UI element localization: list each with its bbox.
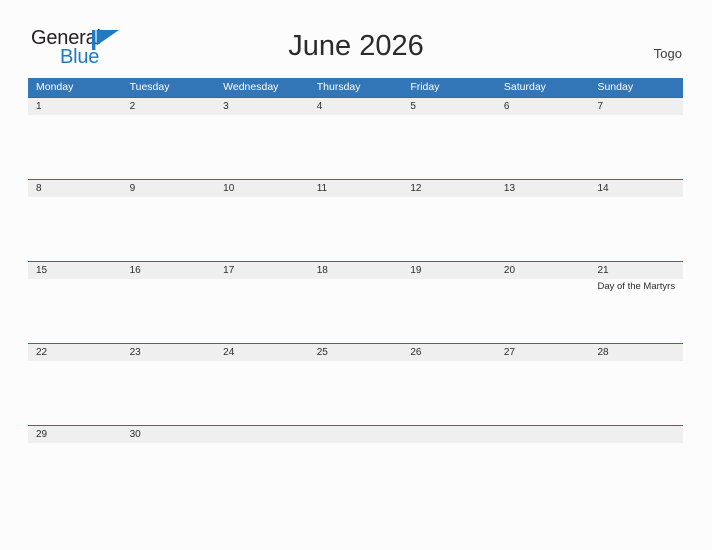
week-days: 1 2 3 4 5 6 7 bbox=[28, 98, 683, 179]
day-number: 18 bbox=[316, 265, 328, 276]
day-number: 13 bbox=[503, 183, 516, 194]
day-event-holiday: Day of the Martyrs bbox=[597, 281, 676, 292]
day-cell[interactable]: 25 bbox=[309, 344, 403, 425]
day-cell[interactable]: 20 bbox=[496, 262, 590, 343]
weekday-header-wednesday: Wednesday bbox=[223, 81, 279, 93]
day-cell-empty bbox=[589, 426, 683, 446]
day-cell-empty bbox=[402, 426, 496, 446]
day-cell[interactable]: 30 bbox=[122, 426, 216, 446]
week-days: 15 16 17 18 19 20 21 Day of the Martyrs bbox=[28, 262, 683, 343]
weekday-header-friday: Friday bbox=[410, 81, 440, 93]
day-cell-empty bbox=[215, 426, 309, 446]
week-days: 29 30 bbox=[28, 426, 683, 446]
weekday-header-thursday: Thursday bbox=[316, 81, 361, 93]
day-number: 6 bbox=[503, 101, 510, 112]
calendar-grid: Monday Tuesday Wednesday Thursday Friday… bbox=[28, 78, 683, 446]
day-number: 27 bbox=[503, 347, 516, 358]
day-cell[interactable]: 11 bbox=[309, 180, 403, 261]
day-cell[interactable]: 7 bbox=[589, 98, 683, 179]
calendar-week-row: 1 2 3 4 5 6 7 bbox=[28, 97, 683, 179]
day-cell[interactable]: 15 bbox=[28, 262, 122, 343]
weekday-header-monday: Monday bbox=[36, 81, 74, 93]
day-number: 9 bbox=[129, 183, 136, 194]
day-number: 19 bbox=[410, 265, 422, 276]
weekday-header-sunday: Sunday bbox=[597, 81, 634, 93]
day-cell[interactable]: 19 bbox=[402, 262, 496, 343]
day-number: 2 bbox=[129, 101, 136, 112]
day-cell[interactable]: 10 bbox=[215, 180, 309, 261]
day-cell[interactable]: 18 bbox=[309, 262, 403, 343]
day-cell[interactable]: 14 bbox=[589, 180, 683, 261]
day-number: 4 bbox=[316, 101, 323, 112]
day-number: 3 bbox=[223, 101, 229, 112]
day-cell[interactable]: 28 bbox=[589, 344, 683, 425]
day-cell-empty bbox=[496, 426, 590, 446]
week-days: 22 23 24 25 26 27 28 bbox=[28, 344, 683, 425]
day-number: 22 bbox=[36, 347, 48, 358]
day-number: 24 bbox=[223, 347, 235, 358]
day-number: 12 bbox=[410, 183, 422, 194]
day-number: 21 bbox=[597, 265, 609, 276]
day-cell[interactable]: 23 bbox=[122, 344, 216, 425]
page-title: June 2026 bbox=[288, 30, 424, 62]
day-number: 20 bbox=[503, 265, 516, 276]
weekday-header-row: Monday Tuesday Wednesday Thursday Friday… bbox=[28, 78, 683, 97]
day-cell[interactable]: 12 bbox=[402, 180, 496, 261]
day-number: 8 bbox=[36, 183, 42, 194]
calendar-week-row: 29 30 bbox=[28, 425, 683, 446]
day-cell-holiday[interactable]: 21 Day of the Martyrs bbox=[589, 262, 683, 343]
day-number: 28 bbox=[597, 347, 609, 358]
day-number: 23 bbox=[129, 347, 141, 358]
day-cell[interactable]: 5 bbox=[402, 98, 496, 179]
day-cell[interactable]: 1 bbox=[28, 98, 122, 179]
day-cell[interactable]: 8 bbox=[28, 180, 122, 261]
day-cell[interactable]: 6 bbox=[496, 98, 590, 179]
day-number: 7 bbox=[597, 101, 604, 112]
day-number: 1 bbox=[36, 101, 42, 112]
day-cell[interactable]: 4 bbox=[309, 98, 403, 179]
day-cell[interactable]: 26 bbox=[402, 344, 496, 425]
day-cell[interactable]: 3 bbox=[215, 98, 309, 179]
day-number: 25 bbox=[316, 347, 328, 358]
day-number: 26 bbox=[410, 347, 422, 358]
day-number: 30 bbox=[129, 429, 141, 440]
day-cell[interactable]: 9 bbox=[122, 180, 216, 261]
weekday-header-saturday: Saturday bbox=[503, 81, 546, 93]
country-label: Togo bbox=[653, 46, 682, 61]
day-number: 15 bbox=[36, 265, 48, 276]
day-number: 5 bbox=[410, 101, 416, 112]
calendar-page: General Blue June 2026 Togo Monday Tuesd… bbox=[0, 0, 712, 550]
day-cell-empty bbox=[309, 426, 403, 446]
day-number: 17 bbox=[223, 265, 235, 276]
day-cell[interactable]: 17 bbox=[215, 262, 309, 343]
calendar-week-row: 15 16 17 18 19 20 21 Day of the Martyrs bbox=[28, 261, 683, 343]
week-days: 8 9 10 11 12 13 14 bbox=[28, 180, 683, 261]
calendar-week-row: 22 23 24 25 26 27 28 bbox=[28, 343, 683, 425]
day-number: 11 bbox=[316, 183, 328, 194]
day-cell[interactable]: 2 bbox=[122, 98, 216, 179]
day-number: 16 bbox=[129, 265, 141, 276]
day-cell[interactable]: 13 bbox=[496, 180, 590, 261]
day-cell[interactable]: 29 bbox=[28, 426, 122, 446]
day-cell[interactable]: 27 bbox=[496, 344, 590, 425]
day-cell[interactable]: 16 bbox=[122, 262, 216, 343]
day-number: 29 bbox=[36, 429, 48, 440]
day-number: 10 bbox=[223, 183, 235, 194]
day-number: 14 bbox=[597, 183, 609, 194]
weekday-header-tuesday: Tuesday bbox=[129, 81, 170, 93]
page-header: General Blue June 2026 Togo bbox=[0, 0, 712, 67]
calendar-week-row: 8 9 10 11 12 13 14 bbox=[28, 179, 683, 261]
day-cell[interactable]: 24 bbox=[215, 344, 309, 425]
day-cell[interactable]: 22 bbox=[28, 344, 122, 425]
